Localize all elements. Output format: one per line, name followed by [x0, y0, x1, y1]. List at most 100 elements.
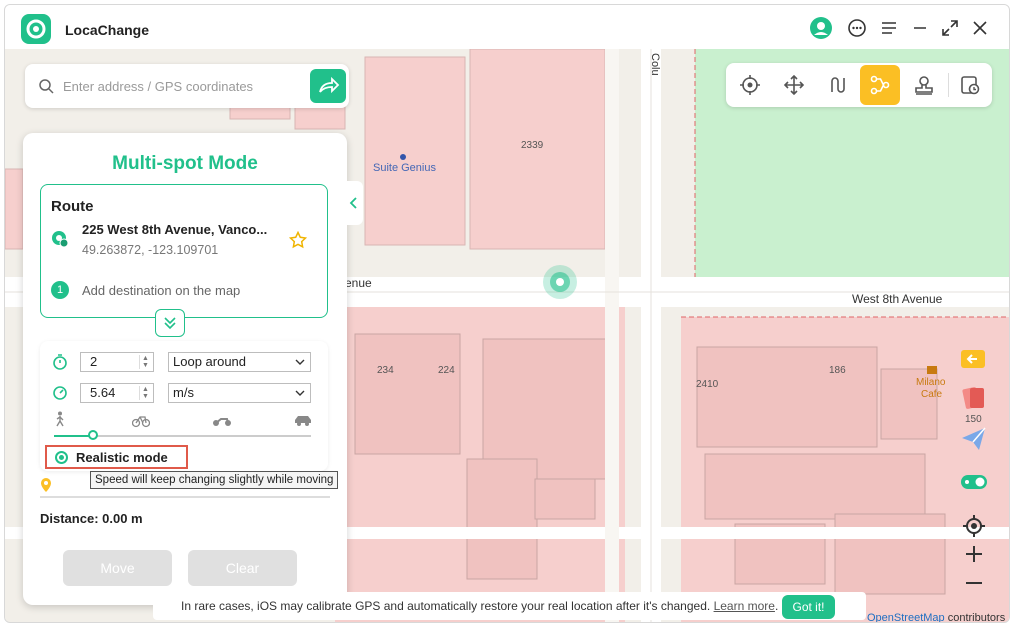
car-icon: [295, 416, 311, 426]
import-gpx-button[interactable]: [958, 342, 990, 374]
speed-stepper[interactable]: 5.64 ▲ ▼: [80, 383, 154, 403]
start-address: 225 West 8th Avenue, Vanco...: [82, 222, 268, 237]
building-number: 2339: [521, 140, 544, 151]
maximize-icon[interactable]: [939, 17, 961, 39]
map-attribution: OpenStreetMap contributors: [867, 612, 1006, 623]
toolbar-divider: [948, 73, 949, 97]
app-title: LocaChange: [65, 22, 150, 38]
building-number: 234: [377, 365, 394, 376]
loop-mode-value: Loop around: [173, 354, 247, 369]
destination-number-badge: 1: [51, 281, 69, 299]
loop-count-value: 2: [90, 354, 98, 369]
minimize-icon[interactable]: [909, 17, 931, 39]
zoom-out-button[interactable]: [958, 567, 990, 599]
search-bar: [25, 64, 349, 108]
multi-spot-mode-button[interactable]: [860, 65, 900, 105]
stamp-icon: [915, 76, 933, 95]
go-button[interactable]: [310, 69, 346, 103]
start-location-icon: [52, 231, 69, 248]
multi-spot-panel: Multi-spot Mode Route 225 West 8th Avenu…: [23, 133, 347, 605]
notice-text: In rare cases, iOS may calibrate GPS and…: [181, 599, 711, 613]
distance-track: [40, 496, 330, 498]
toggle-switch-button[interactable]: [958, 466, 990, 498]
route-icon: [831, 77, 845, 93]
chevron-down-icon: [295, 359, 305, 365]
gps-notice-banner: In rare cases, iOS may calibrate GPS and…: [153, 592, 866, 620]
zoom-in-button[interactable]: [958, 538, 990, 570]
speed-slider-knob[interactable]: [87, 430, 98, 440]
expand-route-button[interactable]: [155, 309, 185, 337]
search-input[interactable]: [63, 76, 303, 96]
multi-spot-icon: [870, 75, 890, 95]
send-button[interactable]: [958, 423, 990, 455]
paper-plane-icon: [962, 427, 986, 450]
speed-unit-value: m/s: [173, 385, 194, 400]
cards-icon: [962, 387, 984, 409]
start-coordinates: 49.263872, -123.109701: [82, 243, 219, 257]
distance-readout: Distance: 0.00 m: [40, 511, 143, 526]
chevron-down-icon: [295, 390, 305, 396]
folder-import-icon: [961, 350, 985, 368]
move-button[interactable]: Move: [63, 550, 172, 586]
realistic-mode-radio[interactable]: [55, 451, 68, 464]
cards-button[interactable]: [958, 382, 990, 414]
chat-icon[interactable]: [846, 17, 868, 39]
motorcycle-icon: [213, 418, 231, 426]
mode-toolbar: [726, 63, 992, 107]
speed-slider-fill: [54, 435, 93, 437]
got-it-button[interactable]: Got it!: [782, 595, 835, 619]
app-logo-icon: [21, 14, 51, 44]
teleport-mode-button[interactable]: [730, 65, 770, 105]
route-label: Route: [51, 198, 94, 215]
stepper-arrows[interactable]: ▲ ▼: [139, 355, 151, 369]
loop-count-stepper[interactable]: 2 ▲ ▼: [80, 352, 154, 372]
learn-more-link[interactable]: Learn more: [714, 599, 775, 613]
poi-milano: Milano: [916, 377, 946, 388]
app-window: LocaChange Suite Genius 2339 venue West …: [4, 4, 1010, 623]
loop-mode-select[interactable]: Loop around: [168, 352, 311, 372]
street-label-columbia: Colu: [649, 53, 661, 76]
user-avatar-icon[interactable]: [810, 17, 832, 39]
close-icon[interactable]: [969, 17, 991, 39]
toggle-icon: [961, 475, 987, 489]
menu-icon[interactable]: [878, 17, 900, 39]
realistic-mode-option[interactable]: Realistic mode: [45, 445, 188, 469]
walk-icon: [56, 411, 64, 427]
crosshair-icon: [740, 75, 760, 95]
realistic-mode-label: Realistic mode: [76, 450, 168, 465]
collapse-panel-button[interactable]: [345, 181, 363, 225]
share-arrow-icon: [319, 76, 340, 94]
route-box: Route 225 West 8th Avenue, Vanco... 49.2…: [40, 184, 328, 318]
realistic-mode-tooltip: Speed will keep changing slightly while …: [90, 471, 339, 489]
clear-button[interactable]: Clear: [188, 550, 297, 586]
double-chevron-down-icon: [164, 317, 176, 330]
history-icon: [961, 76, 980, 95]
street-label-west-8th: West 8th Avenue: [852, 292, 943, 306]
search-icon: [39, 79, 54, 94]
poi-suite-genius: Suite Genius: [373, 162, 436, 174]
speedometer-icon: [53, 386, 67, 400]
openstreetmap-link[interactable]: OpenStreetMap: [867, 612, 945, 622]
add-destination-hint: Add destination on the map: [82, 283, 241, 298]
history-button[interactable]: [950, 65, 990, 105]
building-number: 186: [829, 365, 846, 376]
stamp-mode-button[interactable]: [904, 65, 944, 105]
stepper-arrows[interactable]: ▲ ▼: [139, 386, 151, 400]
building-number: 2410: [696, 379, 719, 390]
favorite-star-icon[interactable]: [289, 231, 307, 249]
bicycle-icon: [132, 416, 150, 428]
attribution-suffix: contributors: [947, 612, 1006, 623]
building-number: 224: [438, 365, 455, 376]
speed-unit-select[interactable]: m/s: [168, 383, 311, 403]
panel-title: Multi-spot Mode: [112, 153, 258, 174]
location-pin-icon: [41, 478, 51, 492]
chevron-left-icon: [349, 197, 357, 209]
joystick-mode-button[interactable]: [774, 65, 814, 105]
move-arrows-icon: [783, 74, 805, 96]
timer-icon: [53, 354, 67, 370]
plus-icon: [966, 546, 982, 562]
poi-cafe: Cafe: [921, 389, 943, 400]
speed-value: 5.64: [90, 385, 116, 400]
minus-icon: [966, 582, 982, 584]
two-spot-mode-button[interactable]: [818, 65, 858, 105]
